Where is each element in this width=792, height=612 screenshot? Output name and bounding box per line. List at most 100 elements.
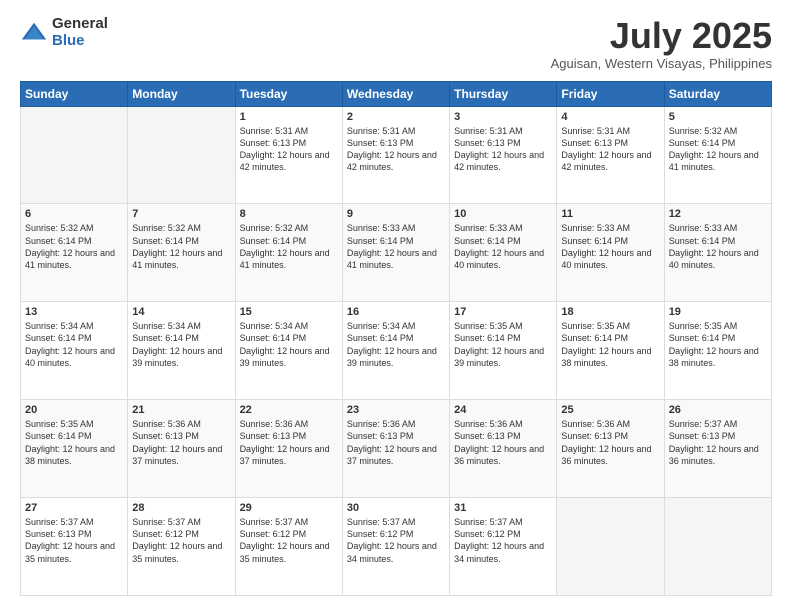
page: General Blue July 2025 Aguisan, Western …	[0, 0, 792, 612]
day-number: 8	[240, 208, 338, 220]
calendar-cell: 8 Sunrise: 5:32 AMSunset: 6:14 PMDaylight…	[235, 204, 342, 302]
col-header-monday: Monday	[128, 81, 235, 106]
calendar-cell: 21Sunrise: 5:36 AMSunset: 6:13 PMDayligh…	[128, 400, 235, 498]
cell-info: Sunrise: 5:33 AMSunset: 6:14 PMDaylight:…	[454, 222, 552, 271]
cell-info: Sunrise: 5:32 AMSunset: 6:14 PMDaylight:…	[669, 125, 767, 174]
day-number: 2	[347, 111, 445, 123]
calendar-cell: 1 Sunrise: 5:31 AMSunset: 6:13 PMDaylight…	[235, 106, 342, 204]
calendar-row-0: 1 Sunrise: 5:31 AMSunset: 6:13 PMDaylight…	[21, 106, 772, 204]
calendar-cell	[557, 498, 664, 596]
calendar-cell: 28 Sunrise: 5:37 AMSunset: 6:12 PMDayligh…	[128, 498, 235, 596]
cell-info: Sunrise: 5:37 AMSunset: 6:12 PMDaylight:…	[240, 516, 338, 565]
cell-info: Sunrise: 5:37 AMSunset: 6:13 PMDaylight:…	[669, 418, 767, 467]
col-header-thursday: Thursday	[450, 81, 557, 106]
calendar-header-row: SundayMondayTuesdayWednesdayThursdayFrid…	[21, 81, 772, 106]
calendar-cell	[21, 106, 128, 204]
day-number: 26	[669, 404, 767, 416]
cell-info: Sunrise: 5:32 AMSunset: 6:14 PMDaylight:…	[240, 222, 338, 271]
day-number: 7	[132, 208, 230, 220]
calendar-cell: 31 Sunrise: 5:37 AMSunset: 6:12 PMDayligh…	[450, 498, 557, 596]
month-title: July 2025	[551, 16, 772, 56]
day-number: 23	[347, 404, 445, 416]
day-number: 12	[669, 208, 767, 220]
calendar-cell: 11Sunrise: 5:33 AMSunset: 6:14 PMDayligh…	[557, 204, 664, 302]
calendar-table: SundayMondayTuesdayWednesdayThursdayFrid…	[20, 81, 772, 596]
calendar-cell	[128, 106, 235, 204]
logo-general: General	[52, 16, 108, 33]
calendar-cell: 27 Sunrise: 5:37 AMSunset: 6:13 PMDayligh…	[21, 498, 128, 596]
day-number: 9	[347, 208, 445, 220]
cell-info: Sunrise: 5:36 AMSunset: 6:13 PMDaylight:…	[454, 418, 552, 467]
calendar-cell: 6 Sunrise: 5:32 AMSunset: 6:14 PMDaylight…	[21, 204, 128, 302]
calendar-cell: 14Sunrise: 5:34 AMSunset: 6:14 PMDayligh…	[128, 302, 235, 400]
col-header-tuesday: Tuesday	[235, 81, 342, 106]
day-number: 31	[454, 502, 552, 514]
cell-info: Sunrise: 5:35 AMSunset: 6:14 PMDaylight:…	[25, 418, 123, 467]
day-number: 10	[454, 208, 552, 220]
logo-icon	[20, 19, 48, 47]
col-header-friday: Friday	[557, 81, 664, 106]
day-number: 5	[669, 111, 767, 123]
cell-info: Sunrise: 5:36 AMSunset: 6:13 PMDaylight:…	[347, 418, 445, 467]
cell-info: Sunrise: 5:31 AMSunset: 6:13 PMDaylight:…	[240, 125, 338, 174]
cell-info: Sunrise: 5:32 AMSunset: 6:14 PMDaylight:…	[25, 222, 123, 271]
day-number: 19	[669, 306, 767, 318]
calendar-cell: 20 Sunrise: 5:35 AMSunset: 6:14 PMDayligh…	[21, 400, 128, 498]
col-header-sunday: Sunday	[21, 81, 128, 106]
cell-info: Sunrise: 5:37 AMSunset: 6:12 PMDaylight:…	[132, 516, 230, 565]
day-number: 17	[454, 306, 552, 318]
calendar-cell: 19 Sunrise: 5:35 AMSunset: 6:14 PMDayligh…	[664, 302, 771, 400]
calendar-cell: 7 Sunrise: 5:32 AMSunset: 6:14 PMDaylight…	[128, 204, 235, 302]
cell-info: Sunrise: 5:35 AMSunset: 6:14 PMDaylight:…	[454, 320, 552, 369]
calendar-cell: 16Sunrise: 5:34 AMSunset: 6:14 PMDayligh…	[342, 302, 449, 400]
calendar-cell: 25Sunrise: 5:36 AMSunset: 6:13 PMDayligh…	[557, 400, 664, 498]
calendar-cell: 9Sunrise: 5:33 AMSunset: 6:14 PMDaylight…	[342, 204, 449, 302]
cell-info: Sunrise: 5:34 AMSunset: 6:14 PMDaylight:…	[240, 320, 338, 369]
location: Aguisan, Western Visayas, Philippines	[551, 56, 772, 71]
day-number: 24	[454, 404, 552, 416]
calendar-cell: 23 Sunrise: 5:36 AMSunset: 6:13 PMDayligh…	[342, 400, 449, 498]
calendar-cell: 13Sunrise: 5:34 AMSunset: 6:14 PMDayligh…	[21, 302, 128, 400]
header: General Blue July 2025 Aguisan, Western …	[20, 16, 772, 71]
cell-info: Sunrise: 5:36 AMSunset: 6:13 PMDaylight:…	[561, 418, 659, 467]
calendar-cell: 30 Sunrise: 5:37 AMSunset: 6:12 PMDayligh…	[342, 498, 449, 596]
logo-text: General Blue	[52, 16, 108, 49]
logo-blue-text: Blue	[52, 33, 108, 50]
calendar-cell: 18Sunrise: 5:35 AMSunset: 6:14 PMDayligh…	[557, 302, 664, 400]
cell-info: Sunrise: 5:36 AMSunset: 6:13 PMDaylight:…	[132, 418, 230, 467]
cell-info: Sunrise: 5:32 AMSunset: 6:14 PMDaylight:…	[132, 222, 230, 271]
day-number: 11	[561, 208, 659, 220]
calendar-cell: 22 Sunrise: 5:36 AMSunset: 6:13 PMDayligh…	[235, 400, 342, 498]
day-number: 30	[347, 502, 445, 514]
cell-info: Sunrise: 5:33 AMSunset: 6:14 PMDaylight:…	[669, 222, 767, 271]
cell-info: Sunrise: 5:34 AMSunset: 6:14 PMDaylight:…	[132, 320, 230, 369]
day-number: 29	[240, 502, 338, 514]
cell-info: Sunrise: 5:37 AMSunset: 6:12 PMDaylight:…	[454, 516, 552, 565]
calendar-cell: 17 Sunrise: 5:35 AMSunset: 6:14 PMDayligh…	[450, 302, 557, 400]
calendar-cell: 26 Sunrise: 5:37 AMSunset: 6:13 PMDayligh…	[664, 400, 771, 498]
calendar-cell: 4Sunrise: 5:31 AMSunset: 6:13 PMDaylight…	[557, 106, 664, 204]
calendar-row-4: 27 Sunrise: 5:37 AMSunset: 6:13 PMDayligh…	[21, 498, 772, 596]
day-number: 6	[25, 208, 123, 220]
col-header-saturday: Saturday	[664, 81, 771, 106]
day-number: 1	[240, 111, 338, 123]
day-number: 15	[240, 306, 338, 318]
day-number: 28	[132, 502, 230, 514]
day-number: 22	[240, 404, 338, 416]
cell-info: Sunrise: 5:36 AMSunset: 6:13 PMDaylight:…	[240, 418, 338, 467]
cell-info: Sunrise: 5:35 AMSunset: 6:14 PMDaylight:…	[561, 320, 659, 369]
cell-info: Sunrise: 5:37 AMSunset: 6:13 PMDaylight:…	[25, 516, 123, 565]
calendar-cell: 3Sunrise: 5:31 AMSunset: 6:13 PMDaylight…	[450, 106, 557, 204]
cell-info: Sunrise: 5:35 AMSunset: 6:14 PMDaylight:…	[669, 320, 767, 369]
cell-info: Sunrise: 5:37 AMSunset: 6:12 PMDaylight:…	[347, 516, 445, 565]
cell-info: Sunrise: 5:31 AMSunset: 6:13 PMDaylight:…	[561, 125, 659, 174]
calendar-cell: 12 Sunrise: 5:33 AMSunset: 6:14 PMDayligh…	[664, 204, 771, 302]
cell-info: Sunrise: 5:31 AMSunset: 6:13 PMDaylight:…	[347, 125, 445, 174]
day-number: 27	[25, 502, 123, 514]
calendar-cell: 29 Sunrise: 5:37 AMSunset: 6:12 PMDayligh…	[235, 498, 342, 596]
cell-info: Sunrise: 5:34 AMSunset: 6:14 PMDaylight:…	[25, 320, 123, 369]
calendar-row-1: 6 Sunrise: 5:32 AMSunset: 6:14 PMDaylight…	[21, 204, 772, 302]
day-number: 20	[25, 404, 123, 416]
calendar-cell	[664, 498, 771, 596]
calendar-cell: 15 Sunrise: 5:34 AMSunset: 6:14 PMDayligh…	[235, 302, 342, 400]
